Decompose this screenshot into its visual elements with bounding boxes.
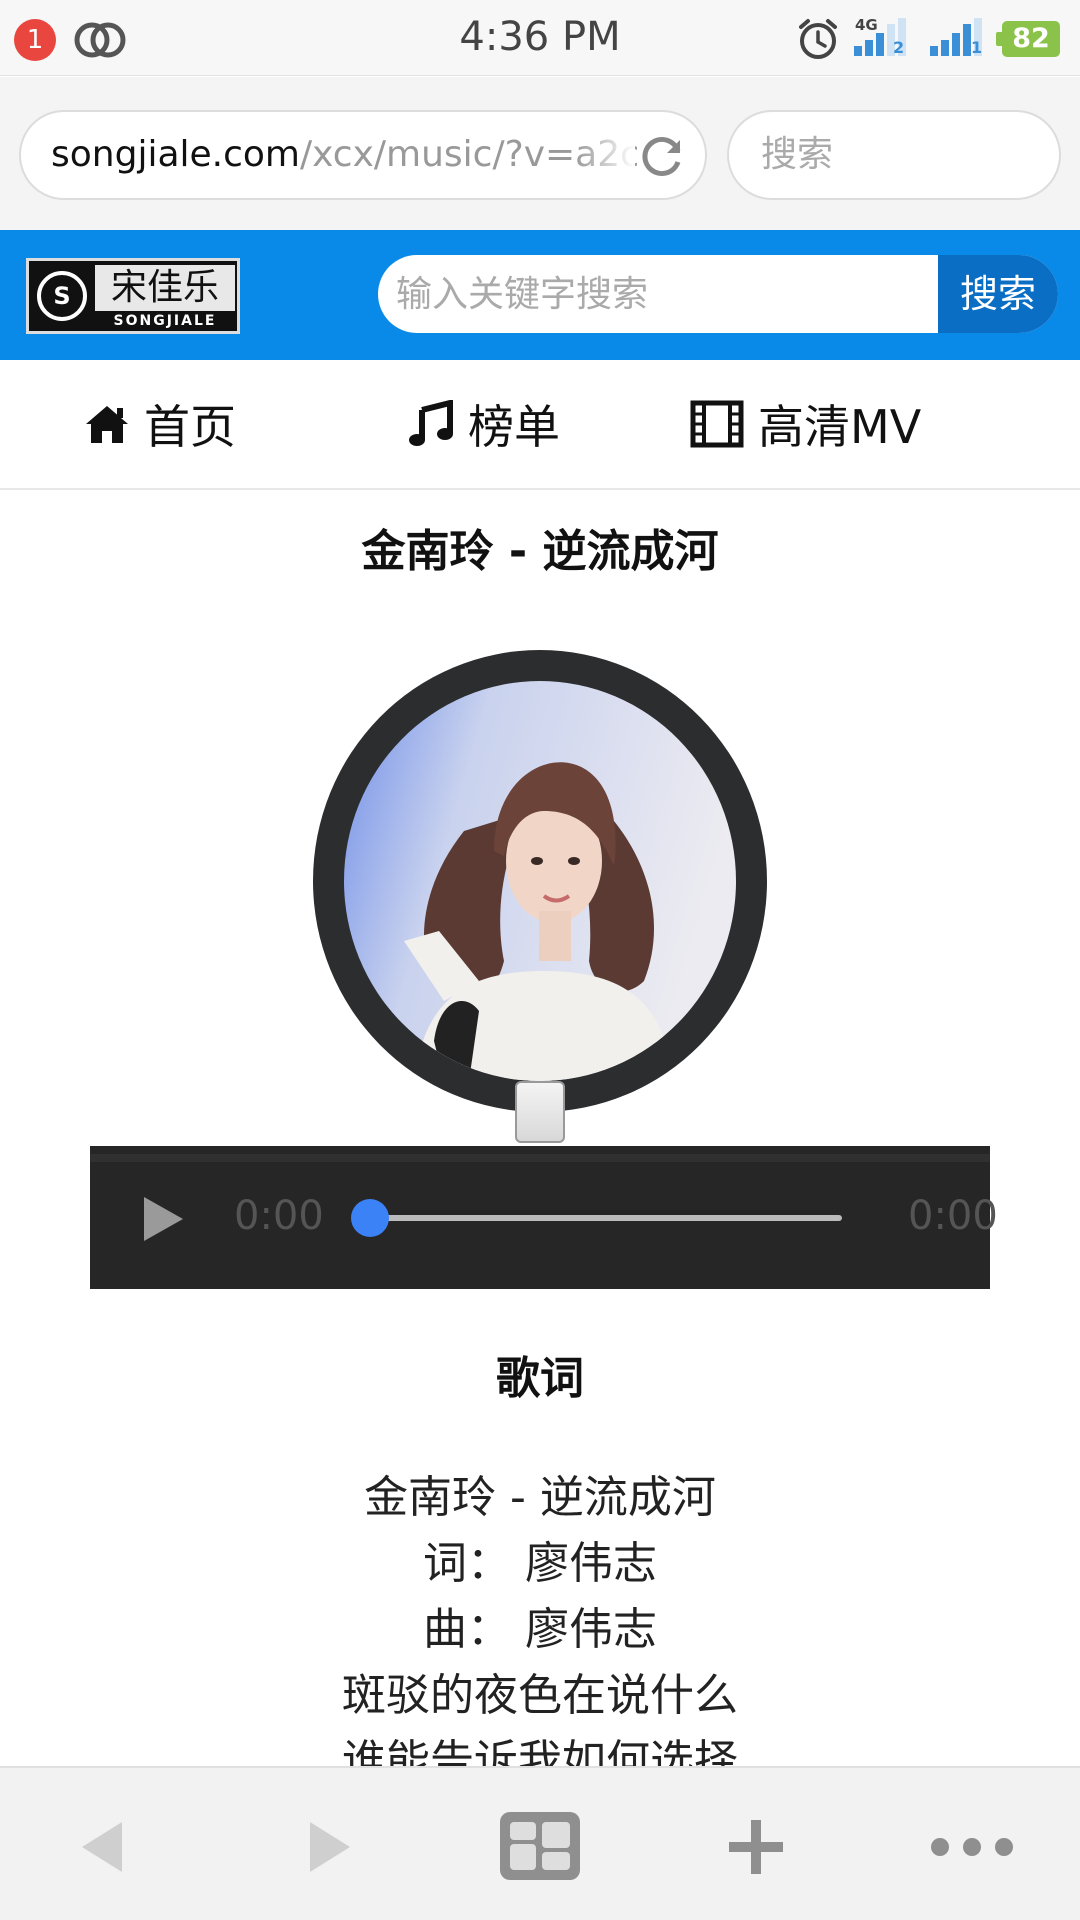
home-icon <box>86 406 128 443</box>
browser-address-area: songjiale.com/xcx/music/?v=a2cl 搜索 <box>0 77 1080 230</box>
url-text: songjiale.com/xcx/music/?v=a2cl <box>51 134 650 175</box>
refresh-icon[interactable] <box>637 131 687 181</box>
site-search-bar: 搜索 <box>378 255 1058 333</box>
url-field[interactable]: songjiale.com/xcx/music/?v=a2cl <box>19 110 707 200</box>
nav-item-label: 首页 <box>144 400 236 454</box>
album-disc <box>313 650 767 1112</box>
progress-track[interactable] <box>370 1215 842 1221</box>
back-icon[interactable] <box>78 1812 126 1882</box>
lyric-line: 金南玲 - 逆流成河 <box>364 1472 716 1523</box>
nav-item-mv[interactable]: 高清MV <box>690 392 921 456</box>
music-note-icon <box>409 400 453 446</box>
audio-player: 0:00 0:00 <box>90 1146 998 1289</box>
play-icon[interactable] <box>140 1194 186 1244</box>
nav-item-label: 榜单 <box>468 400 560 454</box>
browser-toolbar <box>0 1766 1080 1920</box>
alarm-icon <box>799 19 837 59</box>
lyric-line: 词： 廖伟志 <box>423 1538 657 1589</box>
site-header: S 宋佳乐 SONGJIALE 搜索 <box>0 230 1080 360</box>
progress-knob[interactable] <box>351 1199 389 1237</box>
screen: { "status_bar": { "notification_count": … <box>0 0 1080 1920</box>
logo-chinese: 宋佳乐 <box>95 265 235 311</box>
lyrics-block: 金南玲 - 逆流成河 词： 廖伟志 曲： 廖伟志 斑驳的夜色在说什么 谁能告诉我… <box>0 1465 1080 1795</box>
tabs-icon[interactable] <box>498 1810 582 1882</box>
url-fade <box>575 112 635 198</box>
audio-topline <box>90 1154 990 1162</box>
disc-needle <box>515 1081 565 1143</box>
song-title: 金南玲 - 逆流成河 <box>361 526 719 577</box>
logo-english: SONGJIALE <box>113 313 217 329</box>
lyric-line: 斑驳的夜色在说什么 <box>342 1670 738 1721</box>
site-search-button[interactable]: 搜索 <box>938 255 1058 333</box>
lyrics-heading: 歌词 <box>496 1353 584 1404</box>
nav-item-charts[interactable]: 榜单 <box>408 392 560 456</box>
nav-item-home[interactable]: 首页 <box>84 392 236 456</box>
nav-item-label: 高清MV <box>758 400 922 454</box>
total-time: 0:00 <box>908 1193 998 1239</box>
album-art <box>344 681 736 1081</box>
browser-search-field[interactable]: 搜索 <box>727 110 1061 200</box>
logo-s-mark: S <box>37 271 87 321</box>
main-nav: 首页 榜单 高清MV <box>0 360 1080 490</box>
more-icon[interactable] <box>930 1812 1014 1882</box>
clock: 4:36 PM <box>459 14 621 60</box>
sim1-label: 1 <box>971 38 983 57</box>
forward-icon[interactable] <box>306 1812 354 1882</box>
lyric-line: 曲： 廖伟志 <box>423 1604 657 1655</box>
site-logo[interactable]: S 宋佳乐 SONGJIALE <box>26 258 240 334</box>
url-domain: songjiale.com <box>51 134 300 175</box>
sim2-label: 2 <box>893 38 905 57</box>
new-tab-icon[interactable] <box>728 1812 784 1882</box>
site-search-input[interactable] <box>396 255 926 333</box>
film-icon <box>690 400 744 448</box>
battery-icon: 82 <box>996 21 1060 57</box>
status-bar: 1 4:36 PM 4G 2 1 82 <box>0 0 1080 76</box>
current-time: 0:00 <box>234 1193 324 1239</box>
